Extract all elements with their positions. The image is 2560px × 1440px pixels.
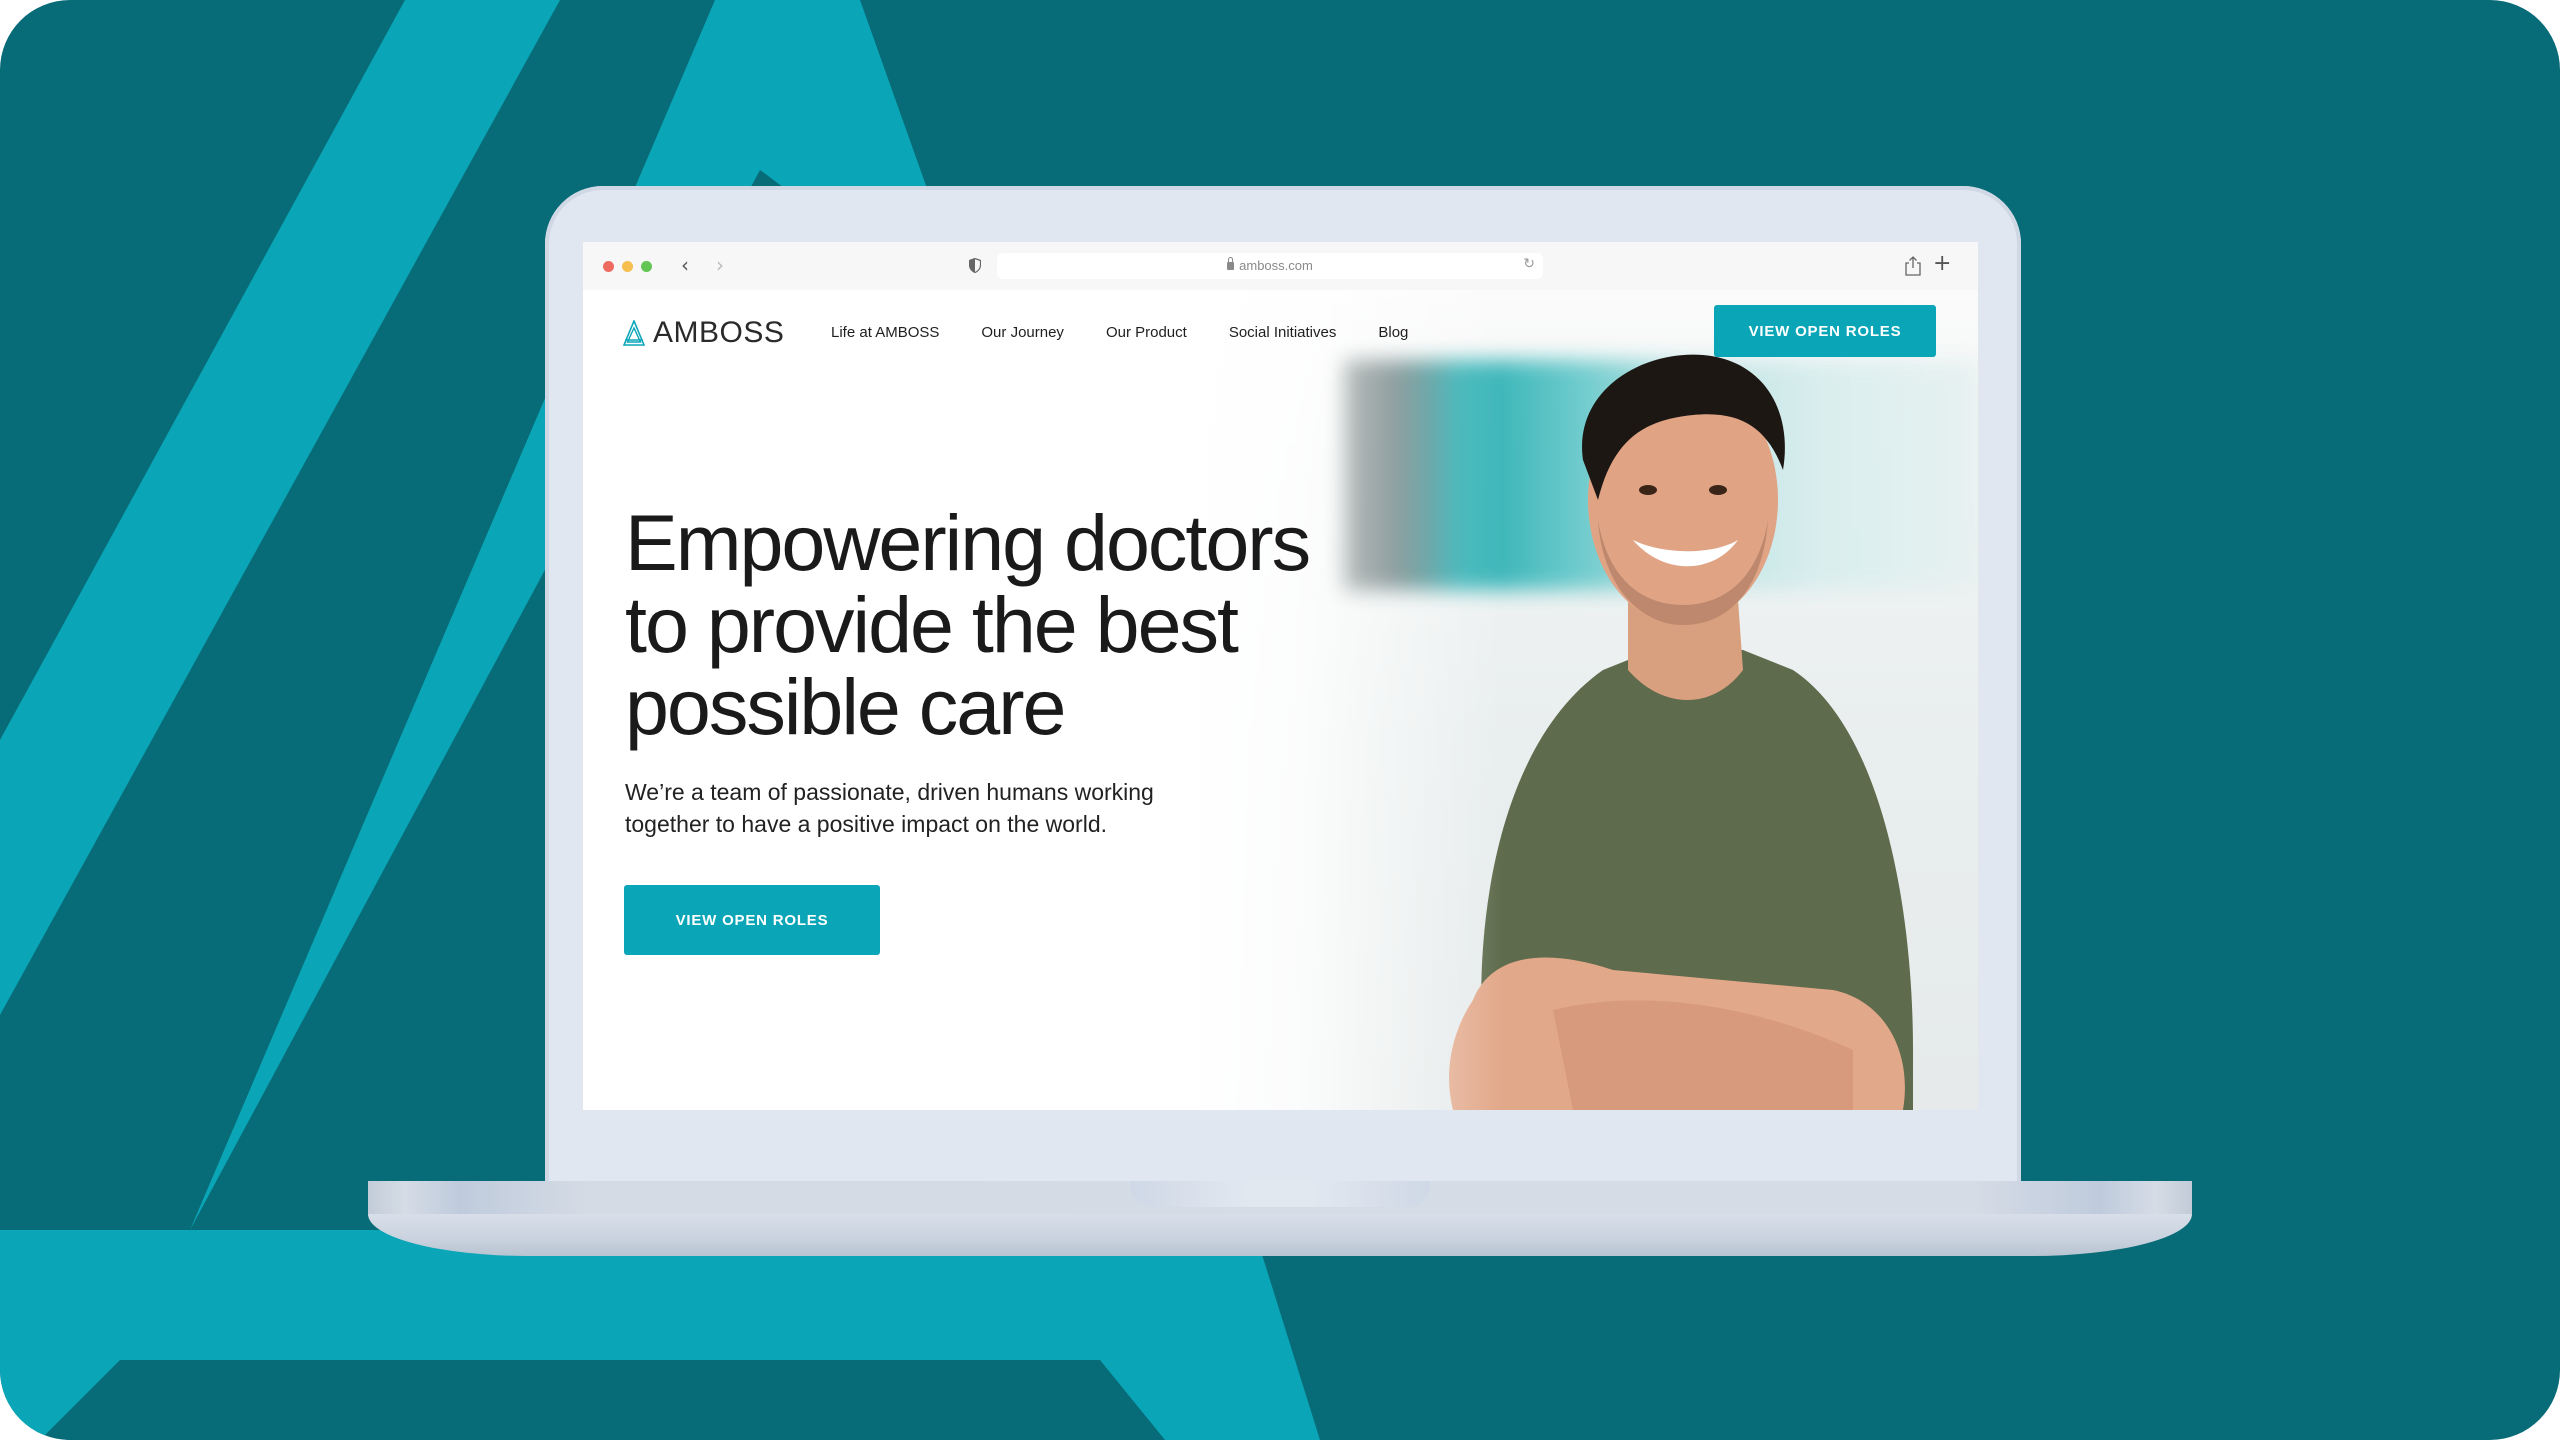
chevron-right-icon[interactable]: › bbox=[716, 253, 724, 277]
view-open-roles-hero-button[interactable]: VIEW OPEN ROLES bbox=[624, 885, 880, 955]
url-text: amboss.com bbox=[1239, 258, 1313, 273]
brand-name: AMBOSS bbox=[653, 316, 785, 349]
promo-canvas: ‹ › amboss.com ↻ + AMBOSS Life at AMBOSS… bbox=[0, 0, 2560, 1440]
chevron-left-icon[interactable]: ‹ bbox=[681, 253, 689, 277]
view-open-roles-header-button[interactable]: VIEW OPEN ROLES bbox=[1714, 305, 1936, 357]
browser-toolbar: ‹ › amboss.com ↻ + bbox=[583, 242, 1978, 290]
headline-line-1: Empowering doctors bbox=[625, 498, 1311, 587]
browser-window: ‹ › amboss.com ↻ + AMBOSS Life at AMBOSS… bbox=[583, 242, 1978, 1110]
close-window-button[interactable] bbox=[603, 261, 614, 272]
nav-life-at-amboss[interactable]: Life at AMBOSS bbox=[831, 324, 939, 341]
nav-blog[interactable]: Blog bbox=[1378, 324, 1408, 341]
laptop-hinge-notch bbox=[1130, 1181, 1430, 1207]
web-page: AMBOSS Life at AMBOSS Our Journey Our Pr… bbox=[583, 290, 1978, 1110]
shield-icon[interactable] bbox=[969, 258, 981, 273]
hero-subtext: We’re a team of passionate, driven human… bbox=[625, 776, 1245, 840]
bg-a-bar-gap bbox=[65, 1360, 1165, 1440]
share-icon[interactable] bbox=[1903, 255, 1923, 277]
subtext-line-1: We’re a team of passionate, driven human… bbox=[625, 779, 1154, 805]
plus-icon[interactable]: + bbox=[1933, 251, 1951, 277]
amboss-logo[interactable]: AMBOSS bbox=[623, 316, 784, 350]
laptop-base-bottom bbox=[368, 1214, 2192, 1256]
minimize-window-button[interactable] bbox=[622, 261, 633, 272]
nav-social-initiatives[interactable]: Social Initiatives bbox=[1229, 324, 1337, 341]
nav-our-product[interactable]: Our Product bbox=[1106, 324, 1187, 341]
nav-our-journey[interactable]: Our Journey bbox=[981, 324, 1064, 341]
amboss-logo-icon bbox=[623, 320, 645, 346]
hero-headline: Empowering doctors to provide the best p… bbox=[625, 502, 1385, 748]
subtext-line-2: together to have a positive impact on th… bbox=[625, 811, 1108, 837]
address-bar-content: amboss.com bbox=[997, 257, 1543, 273]
address-bar[interactable]: amboss.com ↻ bbox=[997, 253, 1543, 279]
zoom-window-button[interactable] bbox=[641, 261, 652, 272]
site-header: AMBOSS Life at AMBOSS Our Journey Our Pr… bbox=[583, 290, 1978, 382]
reload-icon[interactable]: ↻ bbox=[1523, 256, 1535, 272]
lock-icon bbox=[1227, 257, 1235, 270]
headline-line-2: to provide the best bbox=[625, 580, 1239, 669]
headline-line-3: possible care bbox=[625, 662, 1066, 751]
main-nav: Life at AMBOSS Our Journey Our Product S… bbox=[831, 324, 1450, 341]
